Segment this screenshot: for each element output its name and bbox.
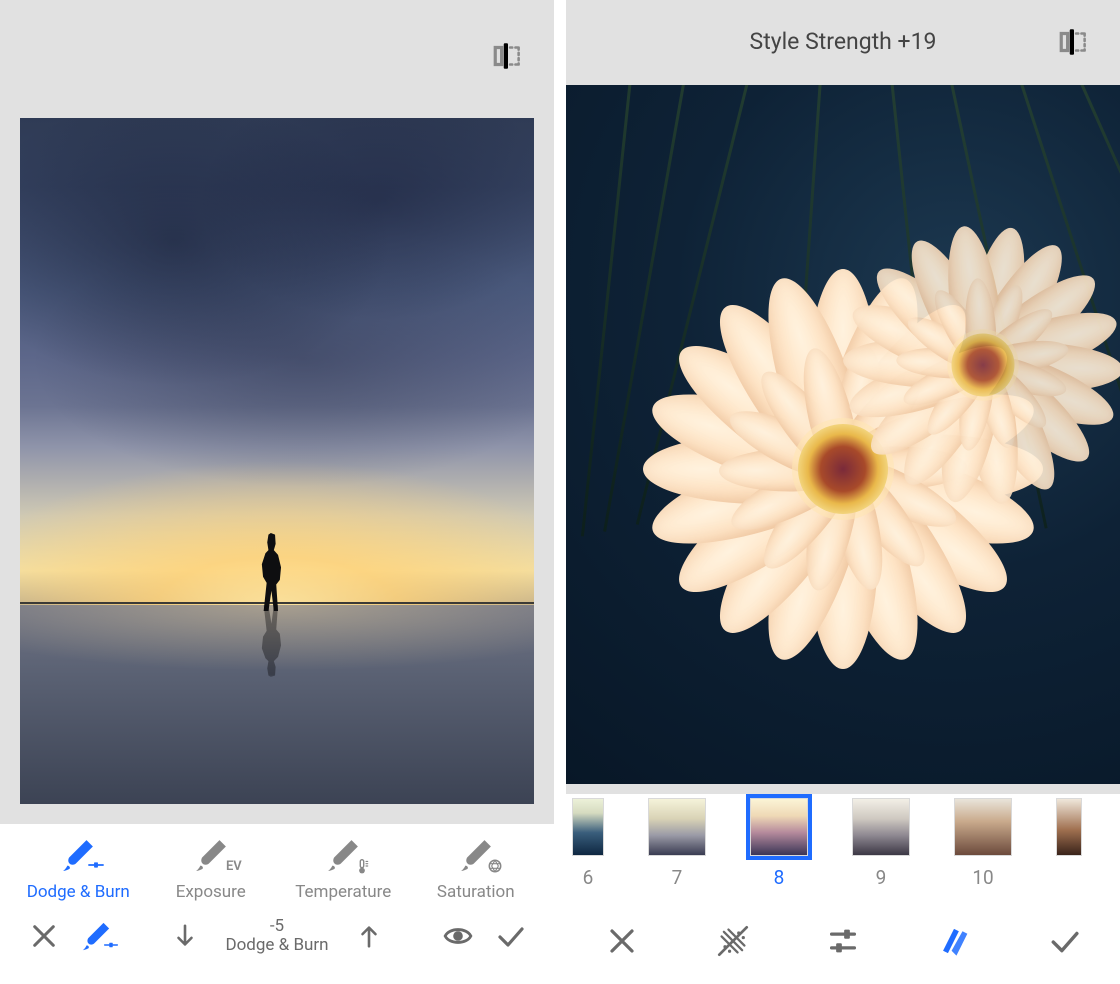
- brush-label: Exposure: [176, 882, 246, 902]
- style-number: 8: [774, 866, 785, 889]
- texture-off-icon: [717, 925, 749, 957]
- photo-preview: [20, 118, 534, 804]
- style-number: 7: [672, 866, 683, 889]
- bottom-bar: -5 Dodge & Burn: [0, 906, 554, 968]
- style-number: 6: [583, 866, 594, 889]
- close-icon: [608, 927, 636, 955]
- adjust-sliders-button[interactable]: [813, 917, 873, 965]
- compare-icon: [1057, 25, 1091, 59]
- strength-control: -5 Dodge & Burn: [122, 914, 432, 958]
- brush-saturation[interactable]: Saturation: [410, 838, 543, 902]
- style-thumb-9[interactable]: 9: [852, 798, 910, 889]
- top-bar: Style Strength +19: [566, 0, 1120, 85]
- eye-icon: [443, 921, 473, 951]
- brush-icon: EV: [194, 838, 228, 872]
- compare-button[interactable]: [486, 34, 530, 78]
- style-number: 10: [972, 866, 993, 889]
- brush-dodge-burn[interactable]: Dodge & Burn: [12, 838, 145, 902]
- style-thumb-7[interactable]: 7: [648, 798, 706, 889]
- apply-button[interactable]: [1034, 917, 1094, 965]
- style-strength-label: Style Strength +19: [566, 28, 1120, 55]
- check-icon: [1049, 926, 1079, 956]
- compare-button[interactable]: [1052, 20, 1096, 64]
- strength-value: -5: [270, 917, 284, 936]
- close-icon: [31, 923, 57, 949]
- brush-icon: [459, 838, 493, 872]
- style-swatch: [648, 798, 706, 856]
- cancel-button[interactable]: [592, 917, 652, 965]
- strength-readout: -5 Dodge & Burn: [225, 917, 328, 954]
- brush-label: Saturation: [437, 882, 515, 902]
- strength-decrease-button[interactable]: [159, 914, 211, 958]
- image-canvas[interactable]: [0, 118, 554, 824]
- brush-temperature[interactable]: Temperature: [277, 838, 410, 902]
- brush-tool-strip: Dodge & Burn EV Exposure Temperature: [0, 824, 554, 984]
- mask-preview-button[interactable]: [432, 914, 484, 958]
- brush-adjust-icon: [81, 921, 111, 951]
- style-number: 9: [876, 866, 887, 889]
- pane-divider: [554, 0, 566, 984]
- style-thumb-10[interactable]: 10: [954, 798, 1012, 889]
- apply-button[interactable]: [484, 914, 536, 958]
- photo-preview: [566, 85, 1120, 784]
- brush-mode-button[interactable]: [70, 914, 122, 958]
- image-canvas[interactable]: [566, 85, 1120, 794]
- style-swatch: [954, 798, 1012, 856]
- brush-icon: [326, 838, 360, 872]
- texture-button[interactable]: [703, 917, 763, 965]
- strength-increase-button[interactable]: [343, 914, 395, 958]
- top-bar: [0, 0, 554, 118]
- ev-badge: EV: [226, 859, 242, 874]
- sliders-icon: [827, 925, 859, 957]
- style-tool-strip: 6 7 8 9 10: [566, 794, 1120, 984]
- bottom-bar: [566, 891, 1120, 979]
- brush-label: Dodge & Burn: [27, 882, 130, 902]
- style-swatch: [852, 798, 910, 856]
- brush-label: Temperature: [295, 882, 391, 902]
- brush-icon: [61, 838, 95, 872]
- style-thumbnails[interactable]: 6 7 8 9 10: [566, 794, 1120, 891]
- editor-pane-styles: Style Strength +19: [566, 0, 1120, 984]
- styles-button[interactable]: [924, 917, 984, 965]
- style-swatch: [572, 798, 604, 856]
- check-icon: [496, 922, 524, 950]
- style-swatch: [750, 798, 808, 856]
- editor-pane-brush: Dodge & Burn EV Exposure Temperature: [0, 0, 554, 984]
- swatches-icon: [937, 924, 971, 958]
- style-thumb-next[interactable]: [1056, 798, 1082, 856]
- arrow-down-icon: [172, 923, 198, 949]
- compare-icon: [491, 39, 525, 73]
- arrow-up-icon: [356, 923, 382, 949]
- style-thumb-8[interactable]: 8: [750, 798, 808, 889]
- brush-exposure[interactable]: EV Exposure: [145, 838, 278, 902]
- brush-list: Dodge & Burn EV Exposure Temperature: [0, 824, 554, 906]
- style-swatch: [1056, 798, 1082, 856]
- cancel-button[interactable]: [18, 914, 70, 958]
- strength-label: Dodge & Burn: [225, 936, 328, 955]
- style-thumb-6[interactable]: 6: [572, 798, 604, 889]
